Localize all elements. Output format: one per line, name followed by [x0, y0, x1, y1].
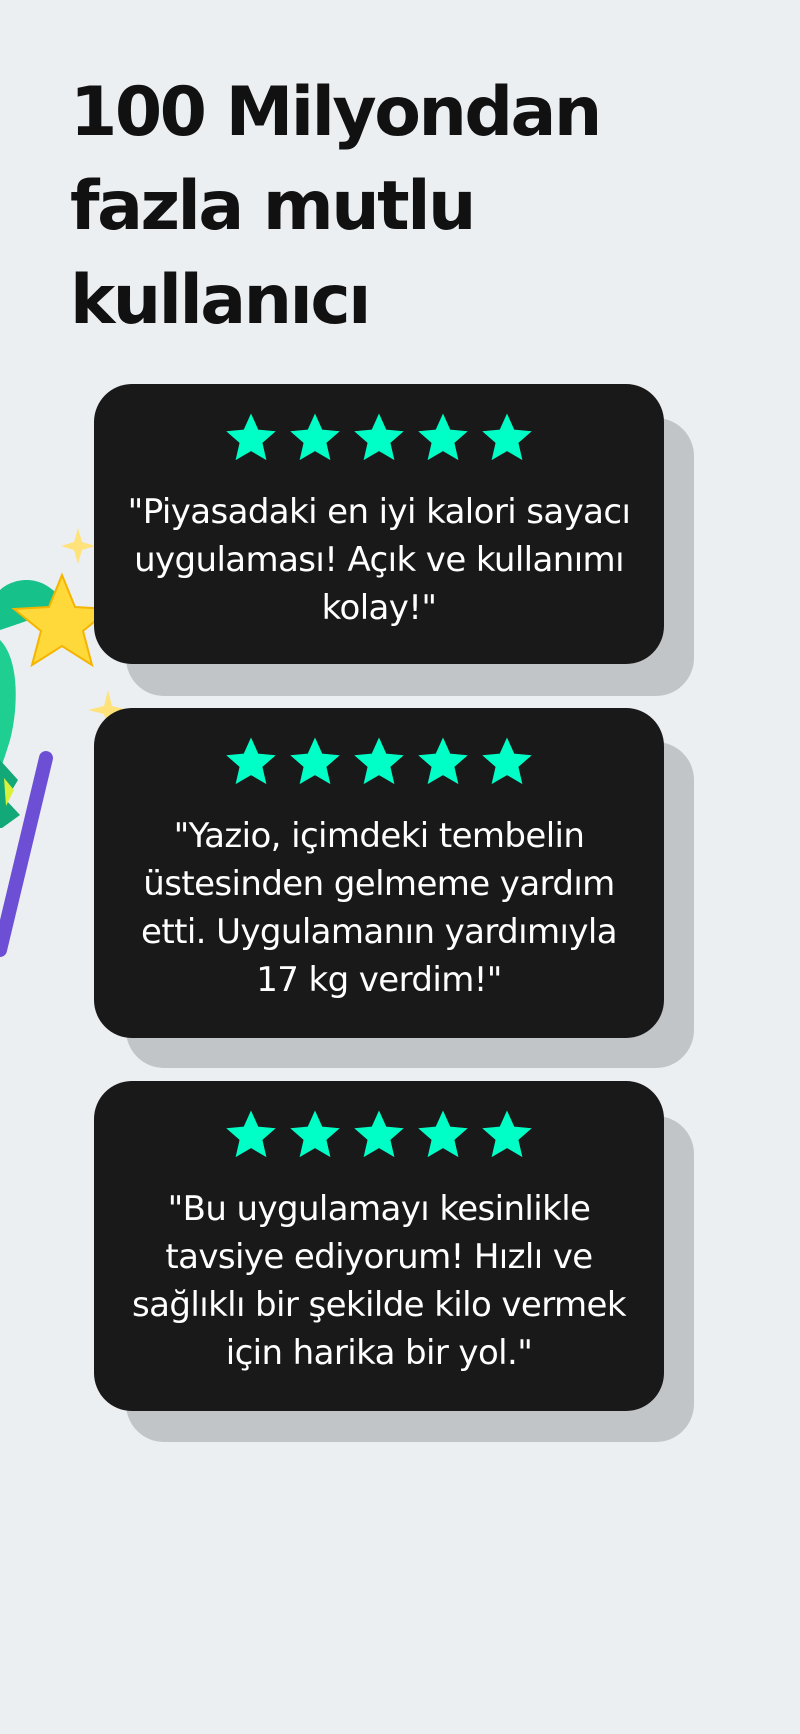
star-icon: [418, 737, 468, 785]
star-icon: [482, 413, 532, 461]
star-icon: [354, 413, 404, 461]
star-icon: [290, 1110, 340, 1158]
review-card: "Bu uygulamayı kesinlikle tavsiye ediyor…: [94, 1081, 664, 1411]
review-card: "Piyasadaki en iyi kalori sayacı uygulam…: [94, 384, 664, 664]
star-rating: [122, 1107, 636, 1165]
star-icon: [290, 737, 340, 785]
star-icon: [226, 1110, 276, 1158]
star-icon: [482, 1110, 532, 1158]
review-quote: "Yazio, içimdeki tembelin üstesinden gel…: [141, 816, 618, 1000]
star-rating: [122, 734, 636, 792]
star-icon: [354, 1110, 404, 1158]
star-icon: [482, 737, 532, 785]
star-icon: [290, 413, 340, 461]
review-quote: "Piyasadaki en iyi kalori sayacı uygulam…: [127, 492, 631, 628]
star-icon: [226, 737, 276, 785]
star-icon: [418, 413, 468, 461]
star-icon: [354, 737, 404, 785]
star-rating: [122, 410, 636, 468]
star-icon: [418, 1110, 468, 1158]
review-quote: "Bu uygulamayı kesinlikle tavsiye ediyor…: [132, 1189, 626, 1373]
review-card: "Yazio, içimdeki tembelin üstesinden gel…: [94, 708, 664, 1038]
page-title: 100 Milyondan fazla mutlu kullanıcı: [70, 73, 602, 340]
star-icon: [226, 413, 276, 461]
